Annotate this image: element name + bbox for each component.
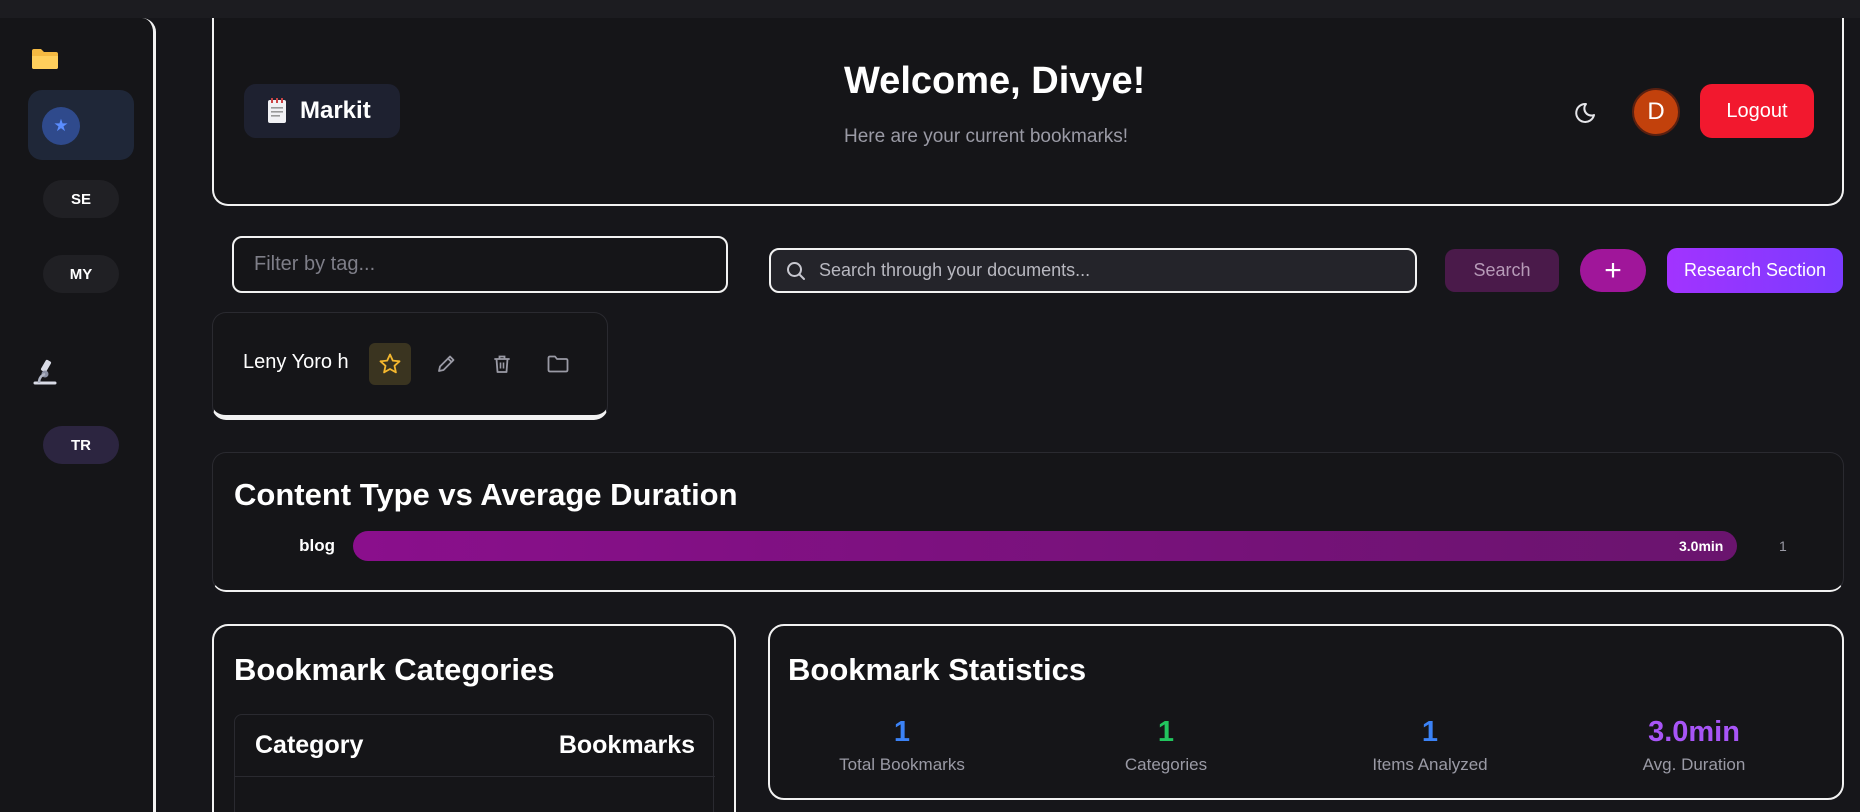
bar[interactable] [353, 531, 1737, 561]
logout-button[interactable]: Logout [1700, 84, 1814, 138]
categories-table: Category Bookmarks [234, 714, 715, 812]
pencil-icon [438, 355, 455, 372]
sidebar-item-label: SE [70, 190, 91, 208]
avatar-initial: D [1647, 98, 1665, 125]
star-icon: ★ [42, 107, 80, 145]
bar-category-label: blog [299, 536, 335, 555]
tag-filter-input[interactable] [232, 236, 728, 293]
column-header-bookmarks[interactable]: Bookmarks [559, 731, 695, 760]
bookmark-card[interactable]: Leny Yoro h [212, 312, 608, 420]
favorite-button[interactable] [369, 343, 411, 385]
sidebar: ★ SE MY TR [0, 18, 156, 812]
content-duration-chart: Content Type vs Average Duration blog 3.0… [212, 452, 1844, 592]
stat-label: Items Analyzed [1372, 755, 1488, 774]
sidebar-item-se[interactable]: SE [43, 180, 119, 218]
stat-avg-duration: 3.0min Avg. Duration [1564, 716, 1824, 775]
research-section-button[interactable]: Research Section [1667, 248, 1843, 293]
window-top-strip [0, 0, 1860, 18]
stat-label: Avg. Duration [1642, 755, 1746, 774]
stat-value: 1 [893, 716, 911, 748]
chart-title: Content Type vs Average Duration [234, 477, 738, 512]
add-bookmark-button[interactable]: + [1580, 249, 1646, 292]
search-input[interactable] [819, 260, 1379, 281]
sidebar-item-label: TR [71, 436, 91, 454]
app-logo[interactable]: Markit [244, 84, 400, 138]
table-header: Category Bookmarks [235, 715, 715, 777]
sidebar-item-tr[interactable]: TR [43, 426, 119, 464]
stat-items-analyzed: 1 Items Analyzed [1300, 716, 1560, 775]
search-field[interactable] [769, 248, 1417, 293]
search-icon [787, 261, 805, 280]
page-subtitle: Here are your current bookmarks! [844, 126, 1129, 147]
column-header-category[interactable]: Category [255, 731, 363, 760]
stat-value: 1 [1157, 716, 1175, 748]
statistics-title: Bookmark Statistics [788, 652, 1087, 687]
header: Markit Welcome, Divye! Here are your cur… [212, 18, 1844, 206]
stat-label: Categories [1124, 755, 1208, 774]
folder-icon[interactable] [31, 48, 59, 70]
search-button[interactable]: Search [1445, 249, 1559, 292]
bar-count-label: 1 [1779, 538, 1787, 554]
star-icon [379, 353, 401, 374]
sidebar-item-my[interactable]: MY [43, 255, 119, 293]
categories-title: Bookmark Categories [234, 652, 555, 687]
stat-total-bookmarks: 1 Total Bookmarks [772, 716, 1032, 775]
sidebar-item-favorites[interactable]: ★ [28, 90, 134, 160]
bookmark-categories-card: Bookmark Categories Category Bookmarks [212, 624, 736, 812]
stat-categories: 1 Categories [1036, 716, 1296, 775]
stat-value: 1 [1421, 716, 1439, 748]
chart-plot-area: blog 3.0min 1 [213, 531, 1845, 571]
app-name: Markit [300, 97, 371, 124]
folder-icon [547, 355, 569, 373]
page-title: Welcome, Divye! [844, 60, 1146, 102]
notepad-icon [268, 98, 286, 123]
sidebar-item-label: MY [69, 265, 93, 283]
microscope-icon[interactable] [31, 358, 59, 386]
avatar[interactable]: D [1632, 88, 1680, 136]
edit-button[interactable] [425, 343, 467, 385]
stat-value: 3.0min [1648, 716, 1740, 748]
move-to-folder-button[interactable] [537, 343, 579, 385]
bookmark-title: Leny Yoro h [243, 351, 349, 373]
bookmark-statistics-card: Bookmark Statistics 1 Total Bookmarks 1 … [768, 624, 1844, 800]
delete-button[interactable] [481, 343, 523, 385]
stat-label: Total Bookmarks [839, 755, 965, 774]
trash-icon [494, 355, 510, 373]
bar-value-label: 3.0min [1679, 538, 1724, 554]
moon-icon[interactable] [1574, 98, 1602, 126]
